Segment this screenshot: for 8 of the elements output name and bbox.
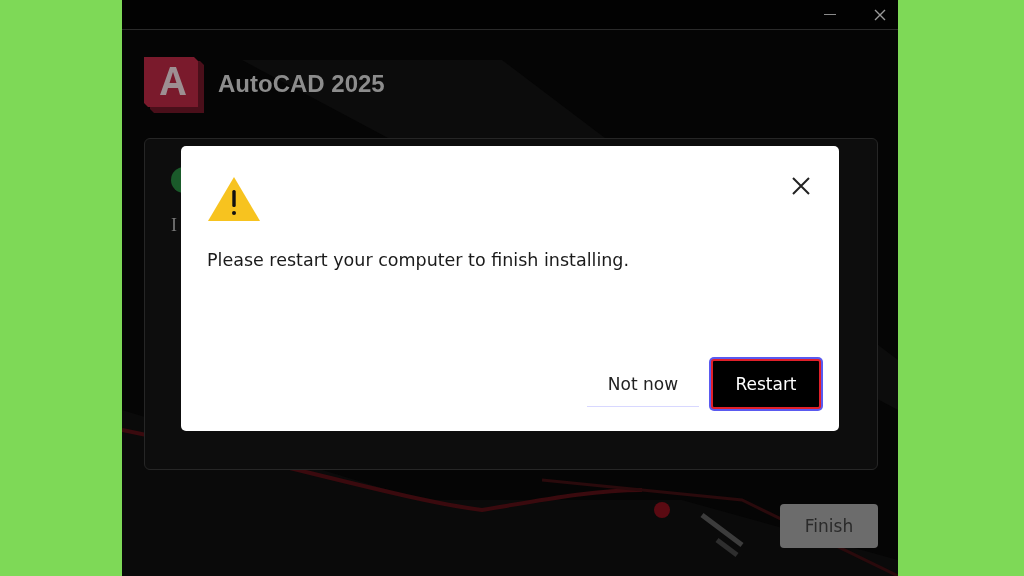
status-text: I: [171, 215, 178, 236]
close-icon[interactable]: [791, 176, 811, 196]
product-name: AutoCAD 2025: [218, 70, 385, 98]
dialog-message: Please restart your computer to finish installing.: [207, 250, 630, 270]
restart-button[interactable]: Restart: [711, 359, 821, 409]
app-logo-icon: [142, 55, 206, 113]
close-icon[interactable]: [874, 8, 886, 21]
warning-icon: [207, 176, 261, 222]
